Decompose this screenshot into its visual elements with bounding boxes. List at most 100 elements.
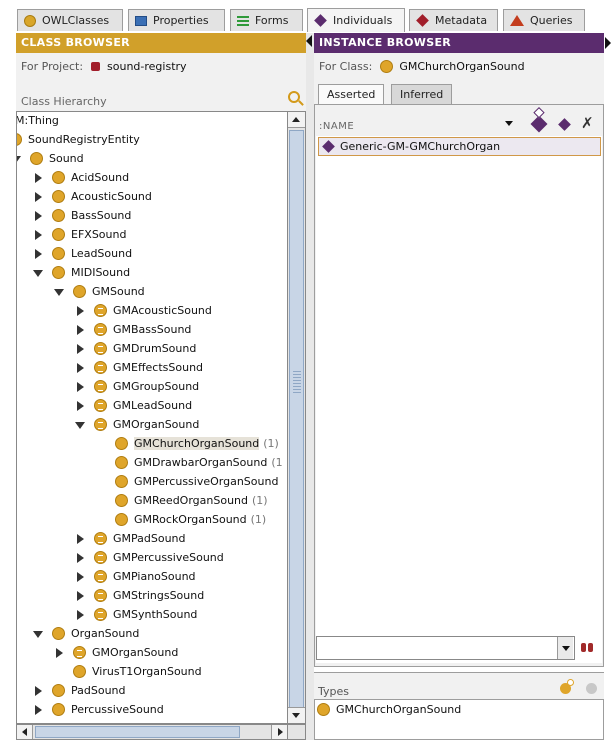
collapse-arrow-icon[interactable] <box>604 33 612 53</box>
collapsed-arrow-icon[interactable] <box>33 191 43 202</box>
class-icon <box>73 665 86 678</box>
tree-row[interactable]: MIDISound <box>33 263 130 282</box>
tree-row[interactable]: GMPadSound <box>75 529 186 548</box>
defined-class-icon <box>94 380 107 393</box>
type-row[interactable]: GMChurchOrganSound <box>317 703 461 716</box>
tree-row[interactable]: LeadSound <box>33 244 132 263</box>
tab-queries[interactable]: Queries <box>503 9 585 31</box>
tab-owlclasses[interactable]: OWLClasses <box>17 9 123 31</box>
class-tree[interactable]: M:Thing SoundRegistryEntity Sound AcidSound… <box>16 111 288 724</box>
collapsed-arrow-icon[interactable] <box>75 533 85 544</box>
create-instance-icon[interactable] <box>530 115 548 133</box>
collapsed-arrow-icon[interactable] <box>33 172 43 183</box>
tree-row[interactable]: VirusT1OrganSound <box>54 662 202 681</box>
scroll-left-arrow-icon[interactable] <box>17 725 33 739</box>
expanded-arrow-icon[interactable] <box>33 268 43 278</box>
tab-label: OWLClasses <box>42 14 110 27</box>
tab-individuals[interactable]: Individuals <box>307 8 405 32</box>
instance-row[interactable]: Generic-GM-GMChurchOrgan <box>318 137 601 156</box>
collapsed-arrow-icon[interactable] <box>33 704 43 715</box>
scroll-thumb[interactable] <box>289 130 304 720</box>
instance-count: (1 <box>271 456 283 469</box>
collapsed-arrow-icon[interactable] <box>75 400 85 411</box>
tree-vertical-scrollbar[interactable] <box>288 111 306 724</box>
tree-row[interactable]: SoundRegistryEntity <box>17 130 140 149</box>
scroll-down-arrow-icon[interactable] <box>288 707 305 723</box>
tree-row[interactable]: GMGroupSound <box>75 377 199 396</box>
collapsed-arrow-icon[interactable] <box>75 362 85 373</box>
collapsed-arrow-icon[interactable] <box>33 210 43 221</box>
expanded-arrow-icon[interactable] <box>17 154 21 164</box>
binoculars-search-icon[interactable] <box>580 641 594 653</box>
tab-asserted[interactable]: Asserted <box>318 84 385 104</box>
collapsed-arrow-icon[interactable] <box>75 571 85 582</box>
collapsed-arrow-icon[interactable] <box>33 229 43 240</box>
collapsed-arrow-icon[interactable] <box>33 248 43 259</box>
tree-row[interactable]: OrganSound <box>33 624 139 643</box>
tree-row[interactable]: AcousticSound <box>33 187 152 206</box>
tab-forms[interactable]: Forms <box>230 9 303 31</box>
tree-row[interactable]: GMLeadSound <box>75 396 192 415</box>
tree-row[interactable]: GMChurchOrganSound (1) <box>96 434 279 453</box>
tree-row[interactable]: GMOrganSound <box>54 643 178 662</box>
tree-row[interactable]: GMPianoSound <box>75 567 196 586</box>
class-browser-header: CLASS BROWSER <box>16 33 306 53</box>
column-dropdown-icon[interactable] <box>505 121 513 126</box>
tree-row[interactable]: GMBassSound <box>75 320 191 339</box>
tree-row[interactable]: PercussiveSound <box>33 700 164 719</box>
collapsed-arrow-icon[interactable] <box>75 381 85 392</box>
tree-row[interactable]: GMStringsSound <box>75 586 204 605</box>
expanded-arrow-icon[interactable] <box>33 629 43 639</box>
panel-splitter[interactable] <box>306 33 314 740</box>
collapsed-arrow-icon[interactable] <box>75 324 85 335</box>
tree-row[interactable]: EFXSound <box>33 225 126 244</box>
tree-row[interactable]: GMRockOrganSound (1) <box>96 510 266 529</box>
tree-node-label: GMLeadSound <box>113 399 193 412</box>
tab-inferred[interactable]: Inferred <box>391 84 453 104</box>
tree-row[interactable]: M:Thing <box>17 112 59 130</box>
tree-row[interactable]: PadSound <box>33 681 126 700</box>
hscroll-thumb[interactable] <box>35 726 240 738</box>
defined-class-icon <box>94 570 107 583</box>
tree-row[interactable]: GMSynthSound <box>75 605 197 624</box>
tree-row[interactable]: GMPercussiveSound <box>75 548 224 567</box>
tree-node-label: GMOrganSound <box>113 418 200 431</box>
delete-instance-icon[interactable]: ✗ <box>581 115 594 131</box>
tree-row[interactable]: GMOrganSound <box>75 415 199 434</box>
collapsed-arrow-icon[interactable] <box>75 552 85 563</box>
tree-row[interactable]: Sound <box>17 149 84 168</box>
tree-horizontal-scrollbar[interactable] <box>16 724 288 740</box>
search-dropdown-arrow-icon[interactable] <box>557 637 573 659</box>
types-list: GMChurchOrganSound <box>314 699 604 740</box>
collapsed-arrow-icon[interactable] <box>75 590 85 601</box>
collapsed-arrow-icon[interactable] <box>75 305 85 316</box>
copy-instance-icon[interactable] <box>558 118 571 131</box>
defined-class-icon <box>94 342 107 355</box>
tree-row[interactable]: GMDrawbarOrganSound (1 <box>96 453 283 472</box>
tree-row[interactable]: GMReedOrganSound (1) <box>96 491 268 510</box>
tree-row[interactable]: GMPercussiveOrganSound <box>96 472 278 491</box>
find-class-icon[interactable] <box>288 91 300 103</box>
collapsed-arrow-icon[interactable] <box>33 685 43 696</box>
tree-row[interactable]: GMEffectsSound <box>75 358 203 377</box>
tab-properties[interactable]: Properties <box>128 9 225 31</box>
expanded-arrow-icon[interactable] <box>75 420 85 430</box>
add-type-icon[interactable] <box>560 679 574 694</box>
collapsed-arrow-icon[interactable] <box>75 343 85 354</box>
tab-metadata[interactable]: Metadata <box>409 9 498 31</box>
tree-row[interactable]: AcidSound <box>33 168 129 187</box>
scroll-up-arrow-icon[interactable] <box>288 112 305 128</box>
remove-type-icon[interactable] <box>586 683 597 694</box>
class-icon <box>115 475 128 488</box>
collapsed-arrow-icon[interactable] <box>54 647 64 658</box>
tree-row[interactable]: GMDrumSound <box>75 339 196 358</box>
project-icon <box>91 61 101 71</box>
collapsed-arrow-icon[interactable] <box>75 609 85 620</box>
defined-class-icon <box>94 551 107 564</box>
instance-search-input[interactable] <box>316 636 575 660</box>
tree-row[interactable]: GMSound <box>54 282 145 301</box>
scroll-right-arrow-icon[interactable] <box>271 725 287 739</box>
expanded-arrow-icon[interactable] <box>54 287 64 297</box>
tree-row[interactable]: GMAcousticSound <box>75 301 212 320</box>
tree-row[interactable]: BassSound <box>33 206 131 225</box>
